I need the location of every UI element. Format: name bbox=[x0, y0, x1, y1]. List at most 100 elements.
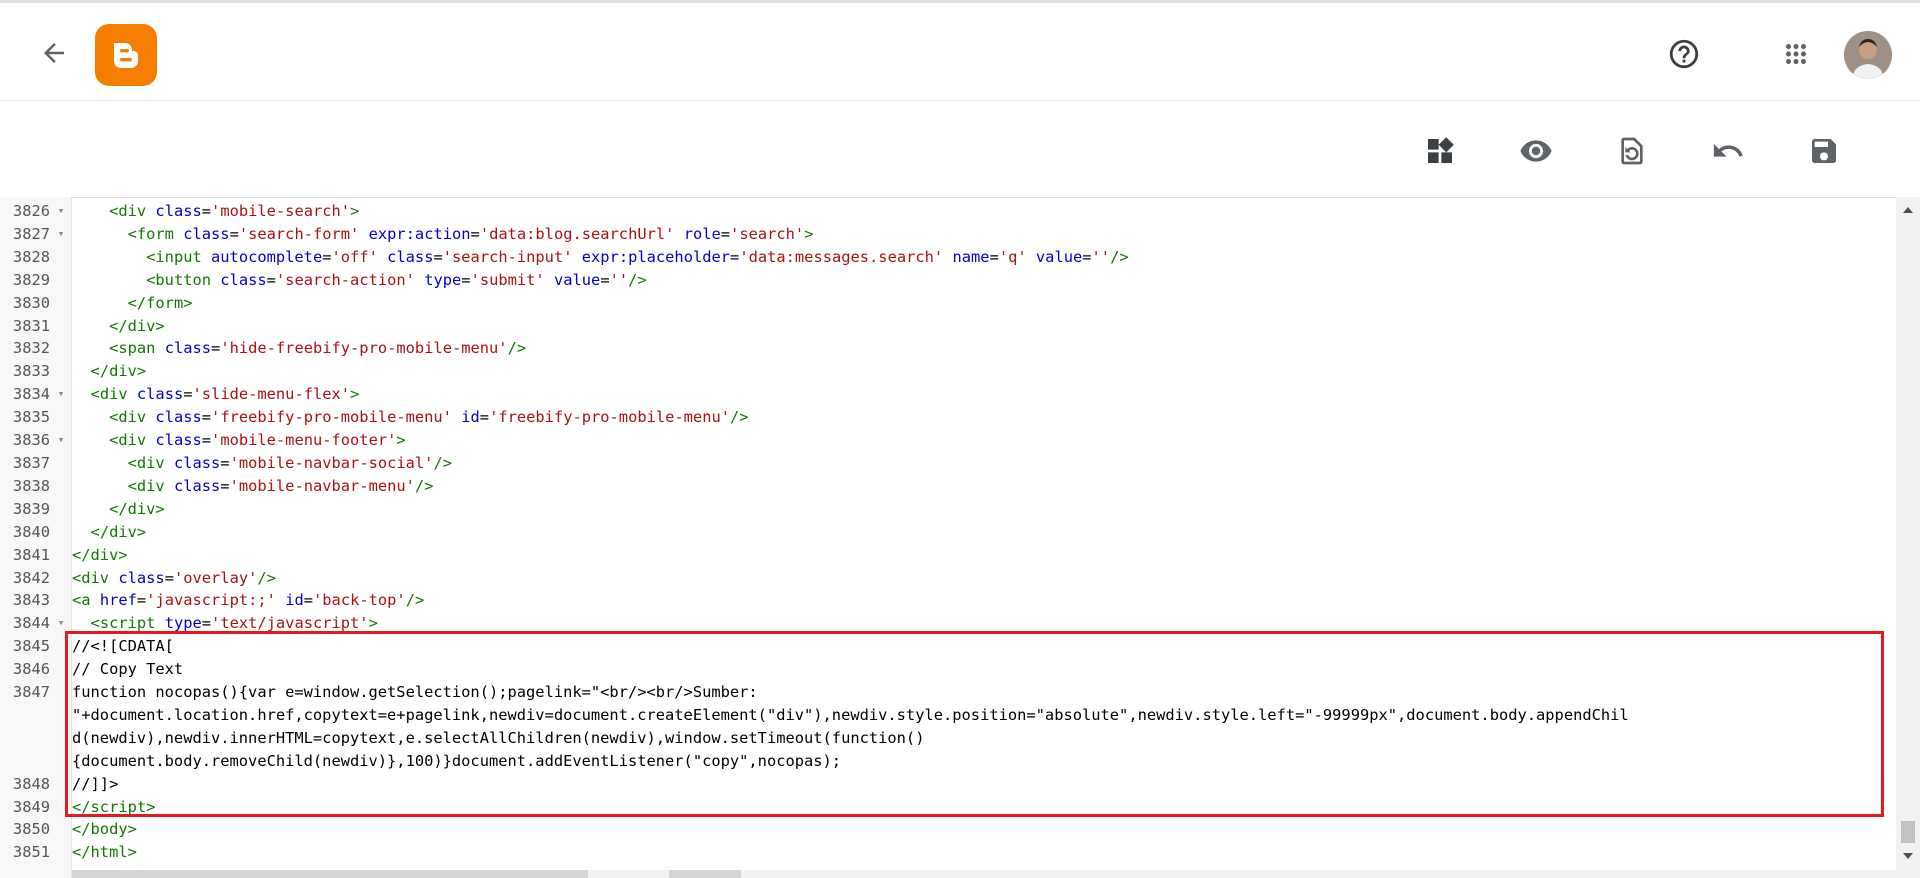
code-text[interactable]: </div> bbox=[72, 521, 147, 544]
code-text[interactable]: </script> bbox=[72, 796, 155, 819]
app-header bbox=[0, 3, 1920, 101]
code-text[interactable]: <script type='text/javascript'> bbox=[72, 612, 378, 635]
code-line[interactable]: 3828 <input autocomplete='off' class='se… bbox=[0, 246, 1896, 269]
code-text[interactable]: <div class='mobile-menu-footer'> bbox=[72, 429, 406, 452]
code-line[interactable]: 3840 </div> bbox=[0, 521, 1896, 544]
line-number: 3838 bbox=[12, 476, 50, 495]
code-line[interactable]: 3850 </body> bbox=[0, 818, 1896, 841]
code-line[interactable]: 3826 ▾ <div class='mobile-search'> bbox=[0, 200, 1896, 223]
horizontal-scroll-thumb[interactable] bbox=[72, 870, 588, 878]
code-line[interactable]: 3844 ▾ <script type='text/javascript'> bbox=[0, 612, 1896, 635]
code-line[interactable]: 3848 //]]> bbox=[0, 773, 1896, 796]
user-avatar[interactable] bbox=[1844, 31, 1892, 79]
code-line[interactable]: 3841 </div> bbox=[0, 544, 1896, 567]
code-text[interactable]: <div class='freebify-pro-mobile-menu' id… bbox=[72, 406, 748, 429]
code-text[interactable]: //]]> bbox=[72, 773, 118, 796]
line-number: 3839 bbox=[12, 499, 50, 518]
apps-button[interactable] bbox=[1772, 30, 1820, 78]
fold-toggle-icon[interactable]: ▾ bbox=[50, 429, 72, 452]
layout-button[interactable] bbox=[1414, 125, 1466, 177]
code-text[interactable]: //<![CDATA[ bbox=[72, 635, 174, 658]
code-text[interactable]: <div class='mobile-navbar-menu'/> bbox=[72, 475, 434, 498]
code-line[interactable]: 3837 <div class='mobile-navbar-social'/> bbox=[0, 452, 1896, 475]
code-line[interactable]: 3832 <span class='hide-freebify-pro-mobi… bbox=[0, 337, 1896, 360]
code-line[interactable]: 3846 // Copy Text bbox=[0, 658, 1896, 681]
scroll-up-arrow-icon[interactable] bbox=[1903, 207, 1913, 213]
code-text[interactable]: </body> bbox=[72, 818, 137, 841]
save-icon bbox=[1812, 139, 1836, 163]
code-line[interactable]: d(newdiv),newdiv.innerHTML=copytext,e.se… bbox=[0, 727, 1896, 750]
code-line[interactable]: 3845 //<![CDATA[ bbox=[0, 635, 1896, 658]
save-button[interactable] bbox=[1798, 125, 1850, 177]
blogger-logo[interactable] bbox=[95, 24, 157, 86]
code-line[interactable]: 3829 <button class='search-action' type=… bbox=[0, 269, 1896, 292]
fold-toggle-icon[interactable]: ▾ bbox=[50, 612, 72, 635]
horizontal-scrollbar[interactable] bbox=[72, 870, 1896, 878]
code-text[interactable]: <div class='overlay'/> bbox=[72, 567, 276, 590]
scroll-down-arrow-icon[interactable] bbox=[1903, 853, 1913, 859]
code-line[interactable]: 3827 ▾ <form class='search-form' expr:act… bbox=[0, 223, 1896, 246]
fold-toggle-icon[interactable]: ▾ bbox=[50, 223, 72, 246]
fold-toggle-icon[interactable]: ▾ bbox=[50, 200, 72, 223]
code-text[interactable]: </div> bbox=[72, 315, 165, 338]
horizontal-scroll-thumb-secondary[interactable] bbox=[669, 870, 741, 878]
fold-toggle-icon[interactable]: ▾ bbox=[50, 383, 72, 406]
back-button[interactable] bbox=[30, 29, 78, 77]
code-text[interactable]: <form class='search-form' expr:action='d… bbox=[72, 223, 814, 246]
code-line[interactable]: 3836 ▾ <div class='mobile-menu-footer'> bbox=[0, 429, 1896, 452]
line-number: 3830 bbox=[12, 293, 50, 312]
code-line[interactable]: 3831 </div> bbox=[0, 315, 1896, 338]
code-text[interactable]: <a href='javascript:;' id='back-top'/> bbox=[72, 589, 424, 612]
restore-button[interactable] bbox=[1606, 125, 1658, 177]
apps-grid-icon bbox=[1786, 44, 1806, 64]
code-text[interactable]: <input autocomplete='off' class='search-… bbox=[72, 246, 1128, 269]
code-text[interactable]: {document.body.removeChild(newdiv)},100)… bbox=[72, 750, 841, 773]
line-number: 3850 bbox=[12, 820, 50, 839]
code-text[interactable]: <span class='hide-freebify-pro-mobile-me… bbox=[72, 337, 526, 360]
code-line[interactable]: 3833 </div> bbox=[0, 360, 1896, 383]
code-line[interactable]: 3834 ▾ <div class='slide-menu-flex'> bbox=[0, 383, 1896, 406]
code-text[interactable]: // Copy Text bbox=[72, 658, 183, 681]
code-text[interactable]: </form> bbox=[72, 292, 193, 315]
code-line[interactable]: "+document.location.href,copytext=e+page… bbox=[0, 704, 1896, 727]
code-line[interactable]: {document.body.removeChild(newdiv)},100)… bbox=[0, 750, 1896, 773]
code-line[interactable]: 3838 <div class='mobile-navbar-menu'/> bbox=[0, 475, 1896, 498]
code-line[interactable]: 3830 </form> bbox=[0, 292, 1896, 315]
code-line[interactable]: 3847 function nocopas(){var e=window.getS… bbox=[0, 681, 1896, 704]
code-line[interactable]: 3849 </script> bbox=[0, 796, 1896, 819]
undo-button[interactable] bbox=[1702, 125, 1754, 177]
code-line[interactable]: 3842 <div class='overlay'/> bbox=[0, 567, 1896, 590]
code-text[interactable]: <div class='mobile-navbar-social'/> bbox=[72, 452, 452, 475]
code-lines[interactable]: 3826 ▾ <div class='mobile-search'> 3827 ▾ <… bbox=[0, 200, 1896, 864]
line-number: 3832 bbox=[12, 339, 50, 358]
code-line[interactable]: 3843 <a href='javascript:;' id='back-top'… bbox=[0, 589, 1896, 612]
code-line[interactable]: 3851 </html> bbox=[0, 841, 1896, 864]
blogger-logo-icon bbox=[114, 43, 138, 68]
help-button[interactable] bbox=[1660, 30, 1708, 78]
code-editor[interactable]: 3826 ▾ <div class='mobile-search'> 3827 ▾ <… bbox=[0, 197, 1920, 878]
code-text[interactable]: </div> bbox=[72, 544, 128, 567]
code-line[interactable]: 3839 </div> bbox=[0, 498, 1896, 521]
line-number: 3836 bbox=[12, 431, 50, 450]
code-text[interactable]: </div> bbox=[72, 498, 165, 521]
code-text[interactable]: <button class='search-action' type='subm… bbox=[72, 269, 647, 292]
vertical-scroll-thumb[interactable] bbox=[1901, 821, 1915, 843]
line-number: 3843 bbox=[12, 591, 50, 610]
code-text[interactable]: </div> bbox=[72, 360, 147, 383]
preview-button[interactable] bbox=[1510, 125, 1562, 177]
code-text[interactable]: function nocopas(){var e=window.getSelec… bbox=[72, 681, 758, 704]
code-text[interactable]: "+document.location.href,copytext=e+page… bbox=[72, 704, 1629, 727]
code-text[interactable]: d(newdiv),newdiv.innerHTML=copytext,e.se… bbox=[72, 727, 924, 750]
code-text[interactable]: <div class='slide-menu-flex'> bbox=[72, 383, 360, 406]
code-text[interactable]: <div class='mobile-search'> bbox=[72, 200, 359, 223]
vertical-scrollbar[interactable] bbox=[1896, 197, 1920, 878]
code-text[interactable]: </html> bbox=[72, 841, 137, 864]
code-line[interactable]: 3835 <div class='freebify-pro-mobile-men… bbox=[0, 406, 1896, 429]
